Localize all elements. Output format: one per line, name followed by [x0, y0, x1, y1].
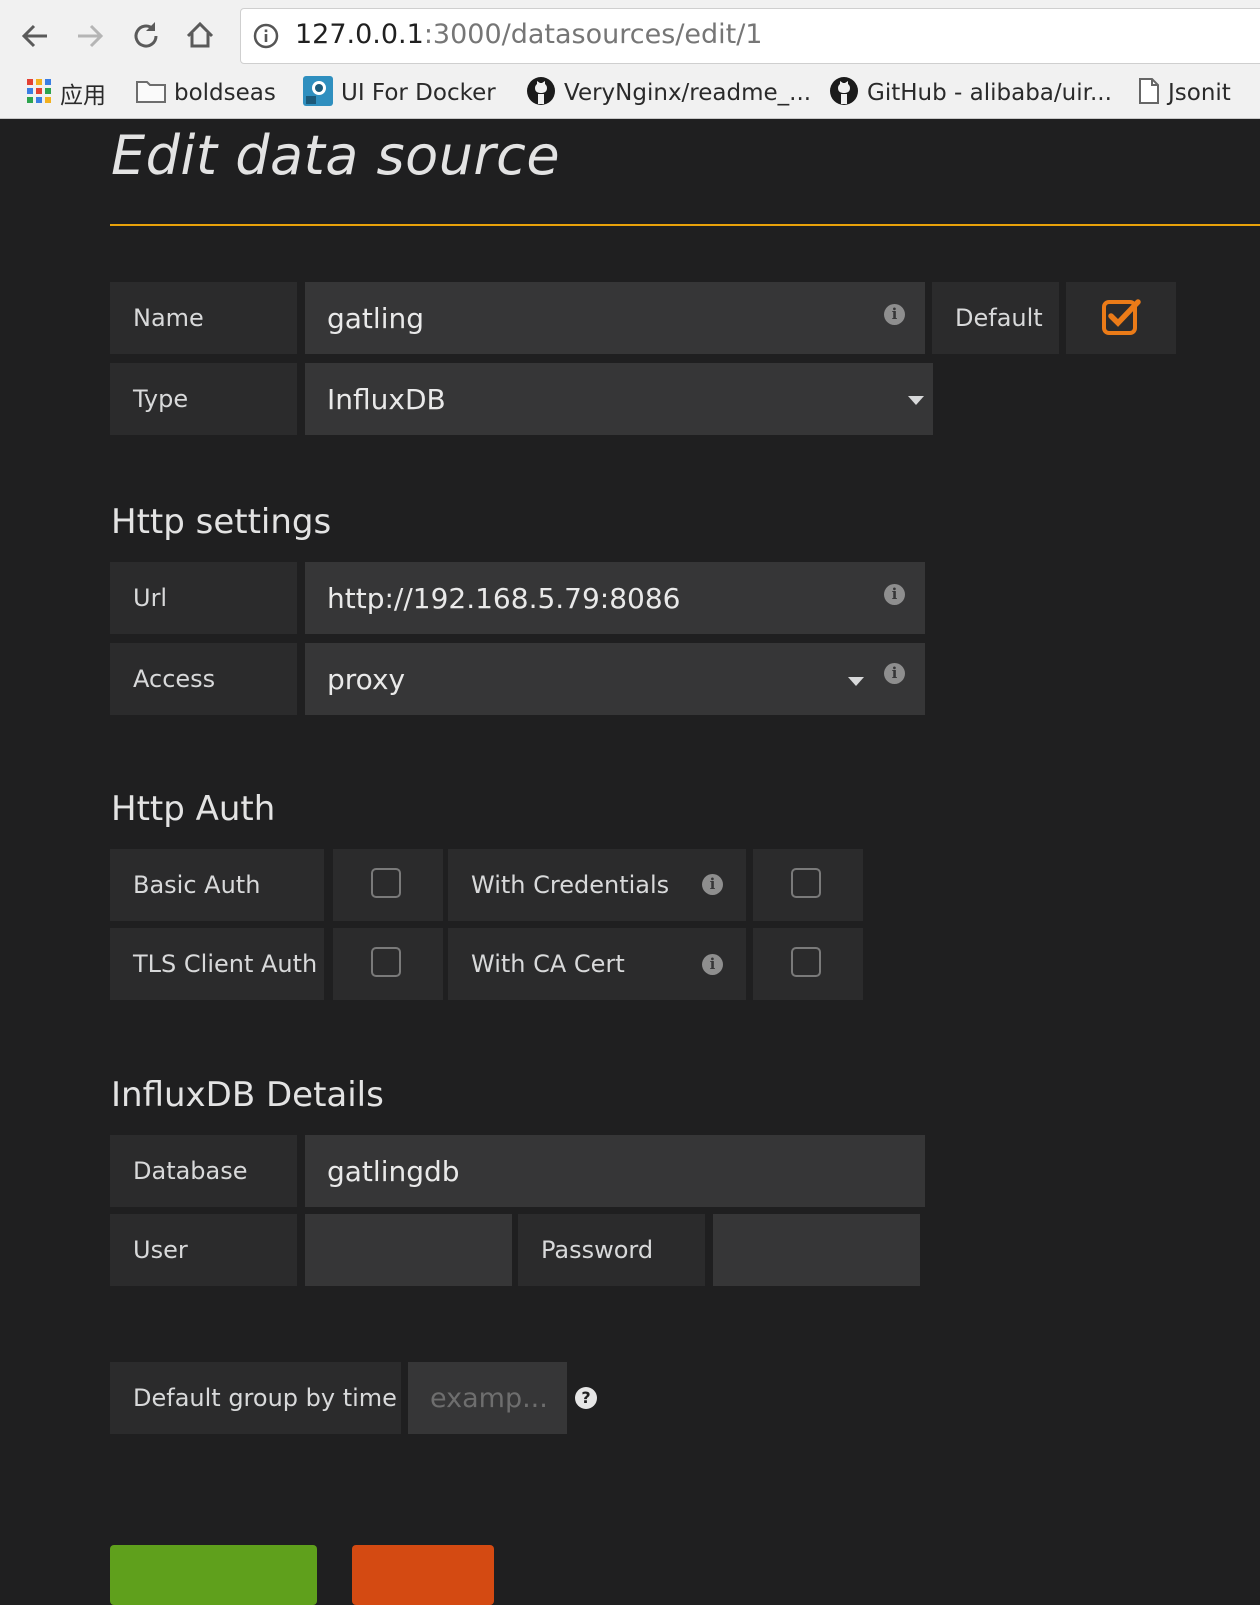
site-info-icon[interactable]	[253, 23, 279, 53]
access-value: proxy	[327, 662, 406, 696]
type-select[interactable]: InfluxDB	[305, 363, 933, 435]
page-icon	[1138, 78, 1160, 108]
group-by-time-label: Default group by time	[110, 1362, 401, 1434]
info-icon[interactable]: i	[884, 584, 905, 605]
user-input[interactable]	[305, 1214, 512, 1286]
bookmark-boldseas[interactable]: boldseas	[136, 76, 276, 110]
bookmark-apps[interactable]: 应用	[26, 76, 106, 110]
chevron-down-icon	[848, 677, 864, 686]
home-icon[interactable]	[178, 14, 222, 58]
http-auth-heading: Http Auth	[111, 789, 276, 829]
question-circle-icon[interactable]: ?	[575, 1387, 597, 1409]
bookmarks-bar: 应用 boldseas UI For Docker VeryNginx/read…	[0, 70, 1260, 119]
with-ca-cert-label: With CA Cert i	[448, 928, 746, 1000]
checkbox-unchecked-icon	[791, 868, 821, 898]
with-ca-cert-text: With CA Cert	[471, 950, 625, 978]
basic-auth-checkbox[interactable]	[333, 849, 443, 921]
browser-toolbar: 127.0.0.1:3000/datasources/edit/1	[0, 0, 1260, 70]
tls-client-auth-checkbox[interactable]	[333, 928, 443, 1000]
url-label: Url	[110, 562, 297, 634]
type-value: InfluxDB	[327, 382, 446, 416]
checkbox-unchecked-icon	[791, 947, 821, 977]
http-settings-heading: Http settings	[111, 502, 332, 542]
group-by-time-input[interactable]	[408, 1362, 567, 1434]
docker-icon	[303, 76, 333, 110]
bookmark-github-alibaba[interactable]: GitHub - alibaba/uir...	[829, 76, 1112, 110]
info-icon[interactable]: i	[702, 874, 723, 895]
bookmark-label: 应用	[60, 83, 106, 109]
with-credentials-text: With Credentials	[471, 871, 670, 899]
bookmark-label: UI For Docker	[341, 80, 496, 106]
apps-grid-icon	[26, 78, 52, 108]
with-ca-cert-checkbox[interactable]	[753, 928, 863, 1000]
access-select[interactable]: proxy	[305, 643, 925, 715]
bookmark-jsonit[interactable]: Jsonit	[1138, 76, 1231, 110]
influxdb-details-heading: InfluxDB Details	[111, 1075, 384, 1115]
url-input[interactable]	[305, 562, 925, 634]
bookmark-ui-for-docker[interactable]: UI For Docker	[303, 76, 496, 110]
checkbox-unchecked-icon	[371, 947, 401, 977]
bookmark-verynginx[interactable]: VeryNginx/readme_...	[526, 76, 811, 110]
back-arrow-icon[interactable]	[13, 14, 57, 58]
database-label: Database	[110, 1135, 297, 1207]
database-input[interactable]	[305, 1135, 925, 1207]
bookmark-label: GitHub - alibaba/uir...	[867, 80, 1112, 106]
bookmark-label: VeryNginx/readme_...	[564, 80, 812, 106]
default-label: Default	[932, 282, 1059, 354]
chevron-down-icon	[908, 396, 924, 405]
password-label: Password	[518, 1214, 705, 1286]
forward-arrow-icon[interactable]	[68, 14, 112, 58]
access-label: Access	[110, 643, 297, 715]
title-divider	[110, 224, 1260, 226]
info-icon[interactable]: i	[884, 304, 905, 325]
info-icon[interactable]: i	[884, 663, 905, 684]
delete-button[interactable]	[352, 1545, 494, 1605]
with-credentials-checkbox[interactable]	[753, 849, 863, 921]
url-host: 127.0.0.1	[295, 19, 424, 50]
info-icon[interactable]: i	[702, 954, 723, 975]
address-bar[interactable]: 127.0.0.1:3000/datasources/edit/1	[240, 8, 1260, 64]
github-icon	[526, 76, 556, 110]
name-input[interactable]	[305, 282, 925, 354]
type-label: Type	[110, 363, 297, 435]
url-text: 127.0.0.1:3000/datasources/edit/1	[295, 19, 763, 50]
reload-icon[interactable]	[124, 14, 168, 58]
save-button[interactable]	[110, 1545, 317, 1605]
tls-client-auth-label: TLS Client Auth	[110, 928, 324, 1000]
bookmark-label: Jsonit	[1168, 80, 1231, 106]
checkbox-checked-icon	[1102, 299, 1142, 339]
github-icon	[829, 76, 859, 110]
folder-icon	[136, 79, 166, 107]
page-title: Edit data source	[111, 124, 561, 187]
name-label: Name	[110, 282, 297, 354]
checkbox-unchecked-icon	[371, 868, 401, 898]
with-credentials-label: With Credentials i	[448, 849, 746, 921]
bookmark-label: boldseas	[174, 80, 276, 106]
basic-auth-label: Basic Auth	[110, 849, 324, 921]
url-path: :3000/datasources/edit/1	[423, 19, 763, 50]
user-label: User	[110, 1214, 297, 1286]
default-checkbox[interactable]	[1066, 282, 1176, 354]
password-input[interactable]	[713, 1214, 920, 1286]
